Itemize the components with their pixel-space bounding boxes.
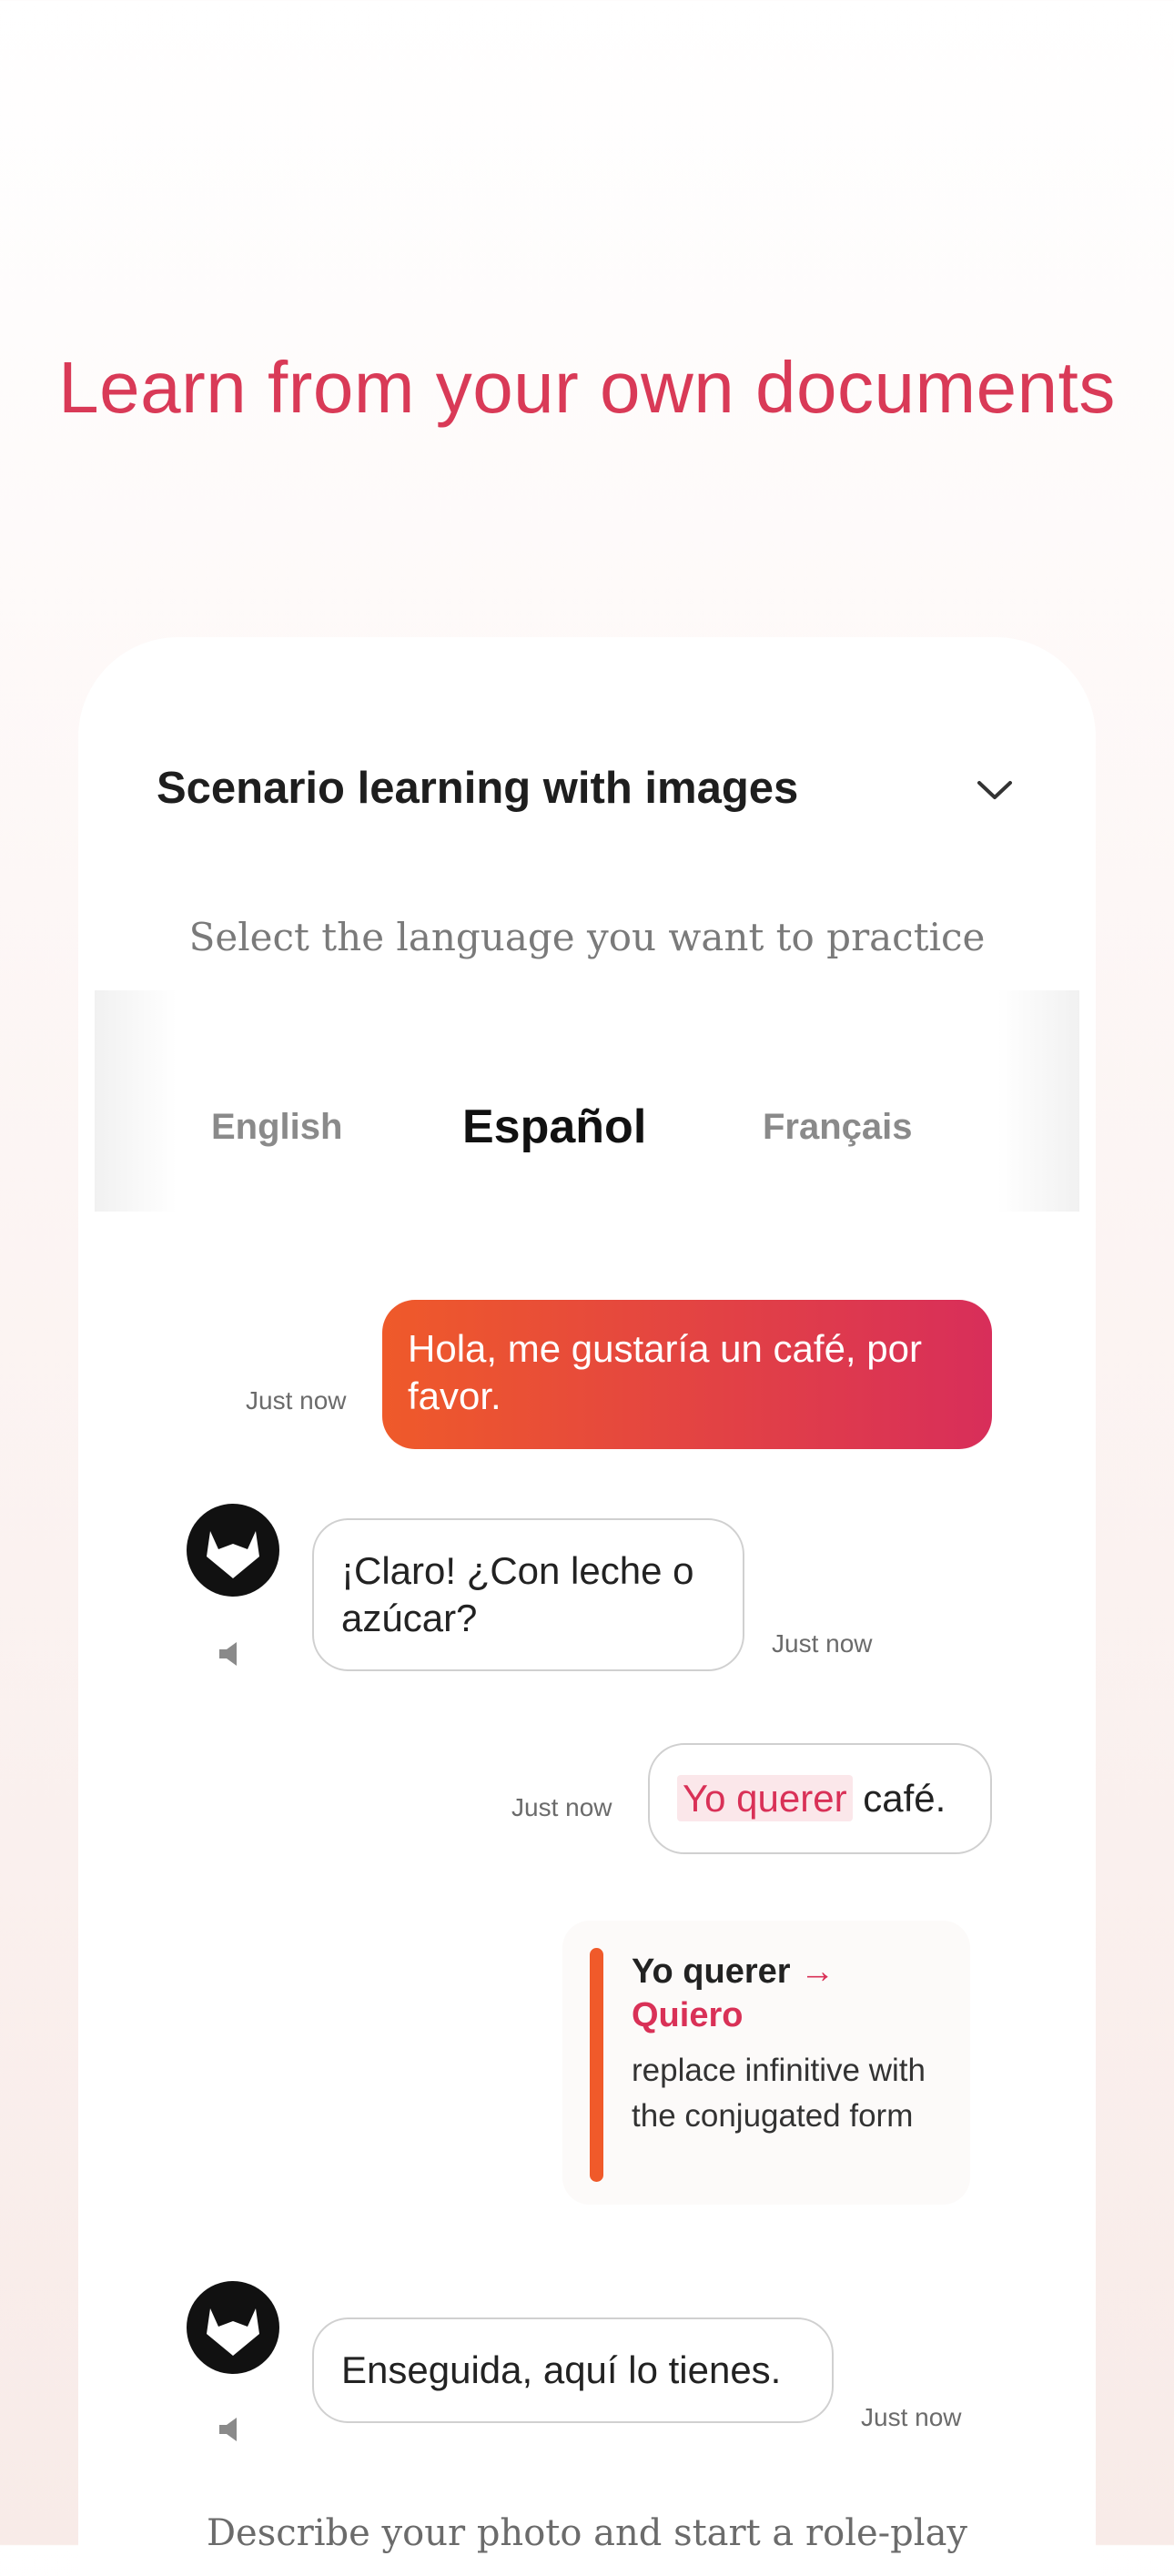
- card-title: Scenario learning with images: [157, 764, 799, 813]
- assistant-message-bubble: ¡Claro! ¿Con leche o azúcar?: [312, 1518, 744, 1671]
- language-option-espanol[interactable]: Español: [462, 990, 646, 1212]
- message-timestamp: Just now: [861, 2403, 962, 2431]
- picker-fade-right: [997, 990, 1079, 1212]
- message-rest: café.: [852, 1777, 946, 1820]
- select-language-hint: Select the language you want to practice: [188, 915, 986, 959]
- correction-accent-bar: [590, 1948, 603, 2182]
- language-option-english[interactable]: English: [211, 990, 342, 1212]
- picker-fade-left: [95, 990, 177, 1212]
- message-timestamp: Just now: [246, 1386, 347, 1415]
- headline: Learn from your own documents: [58, 347, 1116, 428]
- correction-title: Yo querer → Quiero: [632, 1950, 941, 2037]
- language-option-francais[interactable]: Français: [763, 990, 913, 1212]
- correction-original: Yo querer: [632, 1952, 791, 1991]
- chevron-down-icon[interactable]: [972, 772, 1017, 808]
- message-timestamp: Just now: [772, 1629, 873, 1658]
- highlighted-mistake[interactable]: Yo querer: [677, 1775, 853, 1821]
- scenario-card: Scenario learning with images Select the…: [78, 637, 1096, 2576]
- message-timestamp: Just now: [511, 1793, 612, 1821]
- correction-note: replace infinitive with the conjugated f…: [632, 2053, 926, 2134]
- fox-avatar-icon: [187, 1504, 279, 1597]
- fox-avatar-icon: [187, 2281, 279, 2374]
- language-picker[interactable]: English Español Français: [95, 990, 1079, 1212]
- correction-card: Yo querer → Quiero replace infinitive wi…: [562, 1921, 970, 2205]
- arrow-right-icon: →: [800, 1952, 835, 1991]
- user-message-with-error[interactable]: Yo querer café.: [648, 1743, 992, 1854]
- assistant-message-bubble: Enseguida, aquí lo tienes.: [312, 2317, 834, 2423]
- roleplay-hint: Describe your photo and start a role-pla…: [206, 2512, 968, 2554]
- speaker-icon[interactable]: [217, 2414, 248, 2445]
- correction-fixed: Quiero: [632, 1996, 744, 2034]
- speaker-icon[interactable]: [217, 1638, 248, 1669]
- user-message-bubble: Hola, me gustaría un café, por favor.: [382, 1300, 992, 1449]
